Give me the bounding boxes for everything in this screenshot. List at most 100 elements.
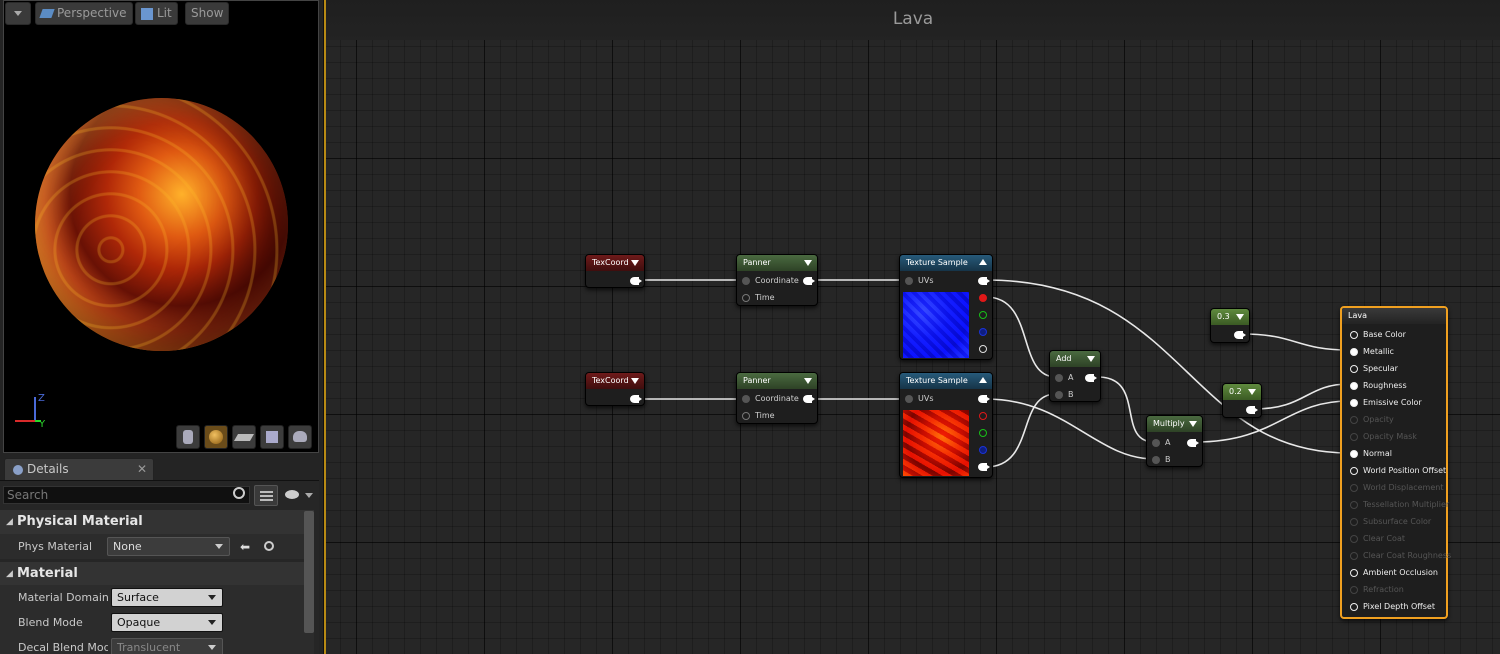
input-pin[interactable] bbox=[1350, 484, 1358, 492]
material-preview-viewport[interactable]: Perspective Lit Show Z Y bbox=[3, 0, 319, 453]
uvs-input-pin[interactable] bbox=[905, 395, 913, 403]
coordinate-input-pin[interactable] bbox=[742, 277, 750, 285]
input-pin[interactable] bbox=[1350, 501, 1358, 509]
material-domain-dropdown[interactable]: Surface bbox=[111, 588, 223, 607]
material-domain-row: Material Domain Surface bbox=[0, 585, 314, 610]
green-output-pin[interactable] bbox=[979, 429, 987, 437]
rgb-output-pin[interactable] bbox=[978, 277, 990, 285]
a-input-pin[interactable] bbox=[1055, 374, 1063, 382]
coordinate-input-pin[interactable] bbox=[742, 395, 750, 403]
blue-output-pin[interactable] bbox=[979, 328, 987, 336]
section-material[interactable]: ◢ Material bbox=[0, 562, 314, 586]
input-pin[interactable] bbox=[1350, 433, 1358, 441]
material-input-label: Metallic bbox=[1363, 347, 1394, 356]
collapse-arrow-icon[interactable] bbox=[1248, 389, 1256, 395]
input-pin[interactable] bbox=[1350, 365, 1358, 373]
teapot-preview-icon[interactable] bbox=[288, 425, 312, 449]
use-selected-arrow-icon[interactable]: ⬅ bbox=[240, 540, 250, 554]
collapse-arrow-icon[interactable] bbox=[1087, 356, 1095, 362]
wire-const03-metallic bbox=[1242, 333, 1350, 351]
alpha-output-pin[interactable] bbox=[978, 463, 990, 471]
rgb-output-pin[interactable] bbox=[978, 395, 990, 403]
input-pin[interactable] bbox=[1350, 586, 1358, 594]
alpha-output-pin[interactable] bbox=[979, 345, 987, 353]
green-output-pin[interactable] bbox=[979, 311, 987, 319]
time-input-pin[interactable] bbox=[742, 294, 750, 302]
collapse-arrow-icon[interactable] bbox=[804, 378, 812, 384]
collapse-arrow-icon[interactable] bbox=[979, 377, 987, 383]
lava-material-result-node[interactable]: Lava Base Color Metallic Specular Roughness… bbox=[1340, 306, 1451, 619]
chevron-down-icon[interactable] bbox=[305, 493, 313, 498]
close-icon[interactable]: ✕ bbox=[137, 459, 147, 480]
output-pin[interactable] bbox=[1234, 331, 1246, 339]
constant-node-0-3[interactable]: 0.3 bbox=[1210, 308, 1250, 343]
output-pin[interactable] bbox=[803, 395, 815, 403]
browse-search-icon[interactable] bbox=[264, 541, 274, 551]
constant-node-0-2[interactable]: 0.2 bbox=[1222, 383, 1262, 418]
input-pin[interactable] bbox=[1350, 331, 1358, 339]
plane-preview-icon[interactable] bbox=[232, 425, 256, 449]
texcoord-node-2[interactable]: TexCoord bbox=[585, 372, 645, 406]
output-pin[interactable] bbox=[1085, 374, 1097, 382]
panner-node-2[interactable]: Panner Coordinate Time bbox=[736, 372, 818, 424]
uvs-input-pin[interactable] bbox=[905, 277, 913, 285]
collapse-arrow-icon[interactable] bbox=[1189, 421, 1197, 427]
time-input-pin[interactable] bbox=[742, 412, 750, 420]
multiply-node[interactable]: Multiply A B bbox=[1146, 415, 1203, 467]
decal-blend-mode-dropdown[interactable]: Translucent bbox=[111, 638, 223, 654]
blue-output-pin[interactable] bbox=[979, 446, 987, 454]
collapse-arrow-icon[interactable] bbox=[804, 260, 812, 266]
input-pin[interactable] bbox=[1350, 467, 1358, 475]
input-pin[interactable] bbox=[1350, 399, 1358, 407]
collapse-arrow-icon[interactable] bbox=[631, 378, 639, 384]
show-button[interactable]: Show bbox=[185, 2, 230, 25]
viewport-menu-button[interactable] bbox=[5, 2, 31, 25]
output-pin[interactable] bbox=[630, 277, 642, 285]
texcoord-node-1[interactable]: TexCoord bbox=[585, 254, 645, 288]
tab-details[interactable]: Details ✕ bbox=[4, 458, 154, 480]
add-node[interactable]: Add A B bbox=[1049, 350, 1101, 402]
axis-gizmo: Z Y bbox=[15, 393, 46, 430]
eye-icon[interactable] bbox=[285, 490, 299, 499]
red-output-pin[interactable] bbox=[979, 294, 987, 302]
texture-sample-node-1[interactable]: Texture Sample UVs bbox=[899, 254, 993, 360]
output-pin[interactable] bbox=[630, 395, 642, 403]
panner-node-1[interactable]: Panner Coordinate Time bbox=[736, 254, 818, 306]
input-pin[interactable] bbox=[1350, 450, 1358, 458]
input-pin[interactable] bbox=[1350, 535, 1358, 543]
input-pin[interactable] bbox=[1350, 416, 1358, 424]
input-pin[interactable] bbox=[1350, 518, 1358, 526]
output-pin[interactable] bbox=[803, 277, 815, 285]
input-pin[interactable] bbox=[1350, 382, 1358, 390]
search-input[interactable]: Search bbox=[3, 486, 250, 504]
material-input-label: Clear Coat bbox=[1363, 534, 1405, 543]
output-pin[interactable] bbox=[1246, 406, 1258, 414]
collapse-arrow-icon[interactable] bbox=[979, 259, 987, 265]
b-input-pin[interactable] bbox=[1055, 391, 1063, 399]
blend-mode-dropdown[interactable]: Opaque bbox=[111, 613, 223, 632]
cylinder-preview-icon[interactable] bbox=[176, 425, 200, 449]
input-pin[interactable] bbox=[1350, 552, 1358, 560]
input-pin[interactable] bbox=[1350, 569, 1358, 577]
input-pin[interactable] bbox=[1350, 348, 1358, 356]
view-options-button[interactable] bbox=[254, 485, 278, 506]
details-panel: Search ◢ Physical Material Phys Material … bbox=[0, 480, 319, 654]
lit-button[interactable]: Lit bbox=[135, 2, 178, 25]
details-scrollbar[interactable] bbox=[304, 511, 314, 633]
material-graph-canvas[interactable]: Lava TexCoord TexCoord Panner Coordinate… bbox=[326, 0, 1500, 654]
cube-preview-icon[interactable] bbox=[260, 425, 284, 449]
red-output-pin[interactable] bbox=[979, 412, 987, 420]
perspective-button[interactable]: Perspective bbox=[35, 2, 133, 25]
phys-material-dropdown[interactable]: None bbox=[107, 537, 230, 556]
collapse-arrow-icon[interactable] bbox=[631, 260, 639, 266]
texture-sample-node-2[interactable]: Texture Sample UVs bbox=[899, 372, 993, 478]
input-pin[interactable] bbox=[1350, 603, 1358, 611]
b-input-pin[interactable] bbox=[1152, 456, 1160, 464]
phys-material-row: Phys Material None ⬅ bbox=[0, 534, 314, 559]
a-input-pin[interactable] bbox=[1152, 439, 1160, 447]
search-icon[interactable] bbox=[233, 487, 245, 499]
output-pin[interactable] bbox=[1187, 439, 1199, 447]
sphere-preview-icon[interactable] bbox=[204, 425, 228, 449]
collapse-arrow-icon[interactable] bbox=[1236, 314, 1244, 320]
section-physical-material[interactable]: ◢ Physical Material bbox=[0, 510, 314, 534]
